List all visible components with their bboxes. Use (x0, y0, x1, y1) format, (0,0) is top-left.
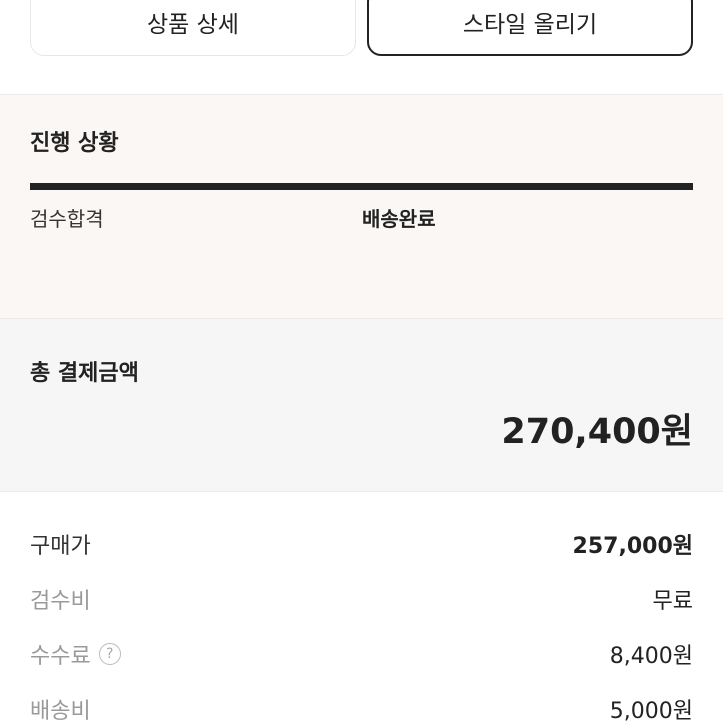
breakdown-row-purchase-price: 구매가 257,000원 (30, 528, 693, 562)
total-payment-section: 총 결제금액 270,400원 (0, 319, 723, 491)
breakdown-value: 5,000원 (609, 699, 693, 724)
product-detail-button[interactable]: 상품 상세 (30, 0, 356, 56)
total-payment-title: 총 결제금액 (30, 361, 139, 386)
progress-step-inspection-passed: 검수합격 (30, 207, 104, 231)
breakdown-row-shipping-fee: 배송비 5,000원 (30, 693, 693, 727)
progress-step-delivered: 배송완료 (362, 207, 436, 231)
action-buttons: 상품 상세 스타일 올리기 (0, 0, 723, 95)
upload-style-button[interactable]: 스타일 올리기 (367, 0, 693, 56)
breakdown-value: 8,400원 (609, 644, 693, 669)
breakdown-label: 수수료 (30, 644, 91, 669)
progress-title: 진행 상황 (30, 131, 119, 156)
breakdown-label-wrap: 수수료 ? (30, 638, 121, 670)
breakdown-label: 배송비 (30, 699, 91, 724)
total-payment-amount: 270,400원 (501, 412, 693, 452)
breakdown-value: 257,000원 (572, 534, 693, 559)
divider (0, 491, 723, 492)
breakdown-label: 구매가 (30, 534, 91, 559)
breakdown-value: 무료 (652, 589, 693, 614)
progress-bar (30, 183, 693, 190)
breakdown-row-commission: 수수료 ? 8,400원 (30, 638, 693, 672)
breakdown-row-inspection-fee: 검수비 무료 (30, 583, 693, 617)
progress-section: 진행 상황 검수합격 배송완료 (0, 95, 723, 318)
breakdown-label: 검수비 (30, 589, 91, 614)
question-circle-icon[interactable]: ? (98, 643, 121, 665)
